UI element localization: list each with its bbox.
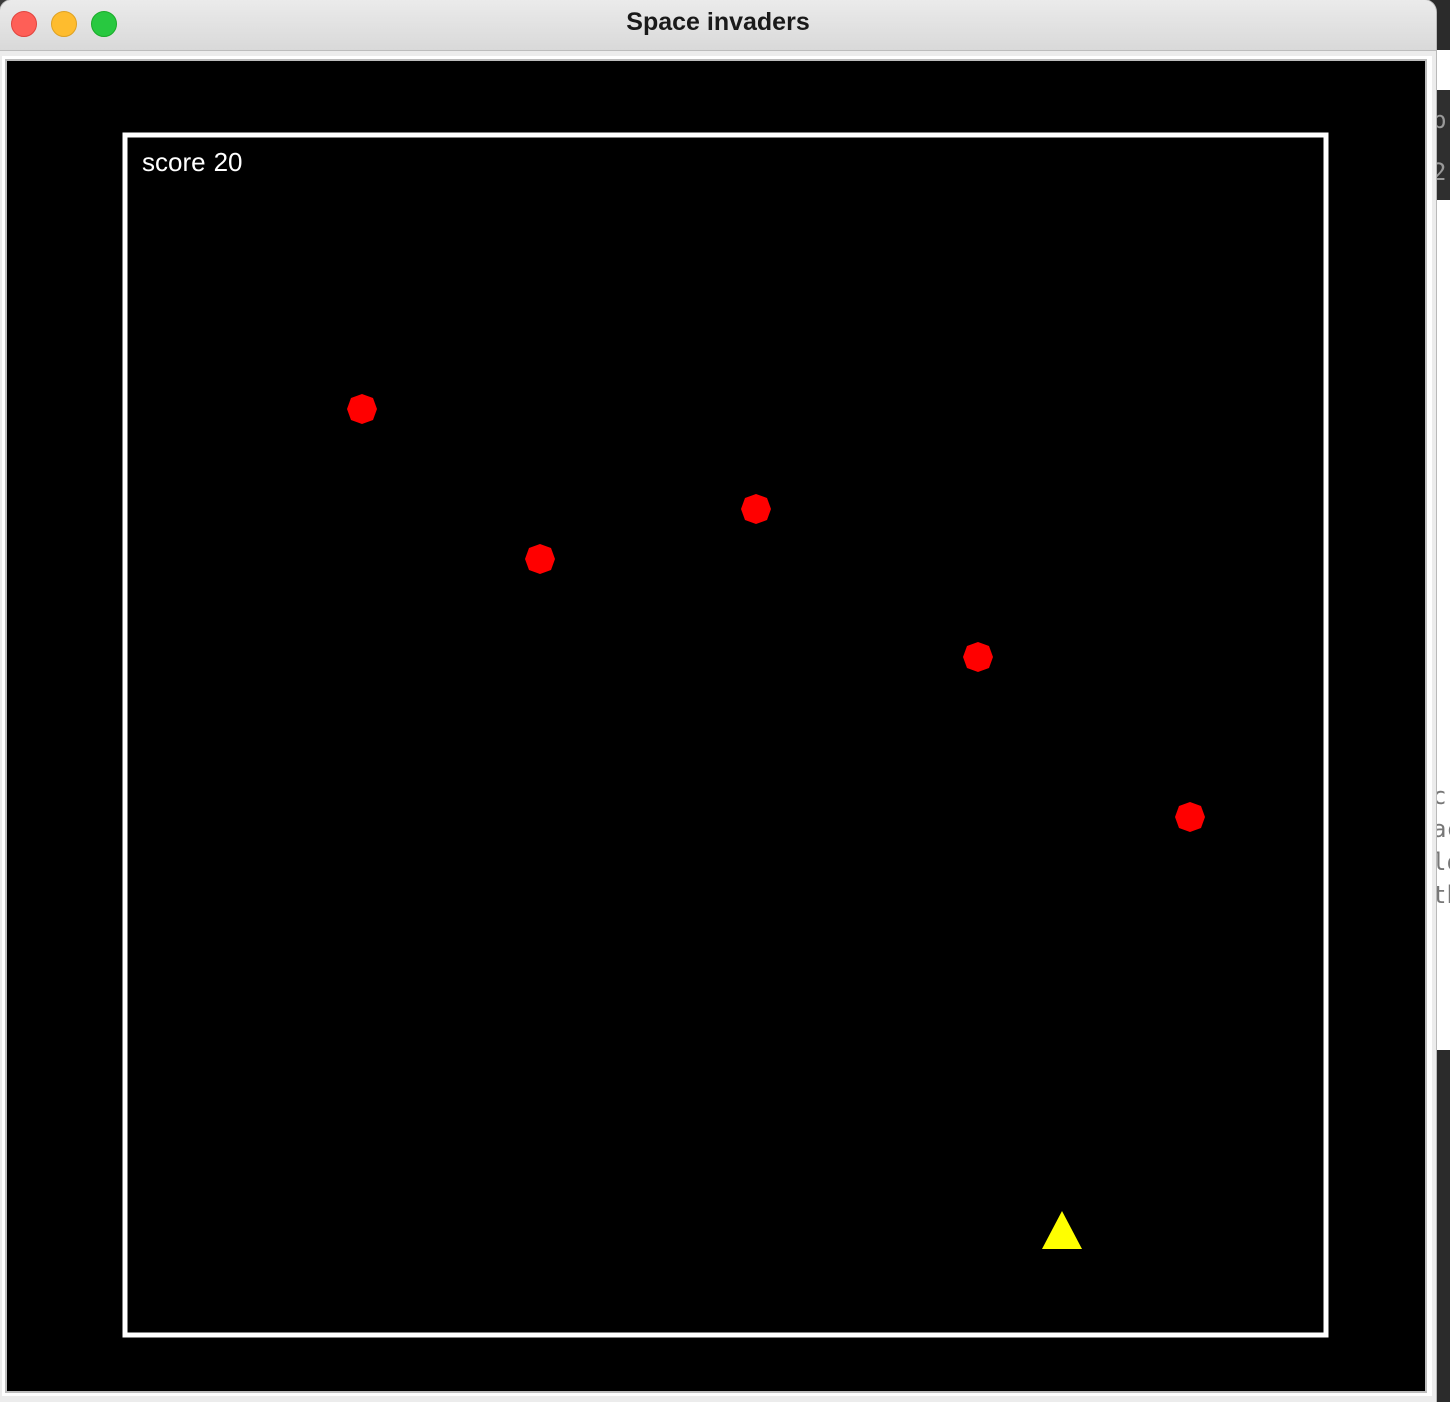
game-window: Space invaders score 20 (0, 0, 1436, 1402)
score-label: score 20 (142, 147, 243, 177)
invader (963, 642, 993, 672)
window-content: score 20 (2, 56, 1432, 1396)
invader (525, 544, 555, 574)
invader (1175, 802, 1205, 832)
score-value: 20 (214, 147, 243, 177)
window-titlebar[interactable]: Space invaders (0, 0, 1436, 51)
invader (347, 394, 377, 424)
game-canvas[interactable]: score 20 (5, 59, 1427, 1393)
invader (741, 494, 771, 524)
window-title: Space invaders (626, 8, 810, 36)
score-label-text: score (142, 147, 206, 177)
playfield-background (7, 61, 1425, 1391)
game-playfield: score 20 (7, 61, 1425, 1391)
